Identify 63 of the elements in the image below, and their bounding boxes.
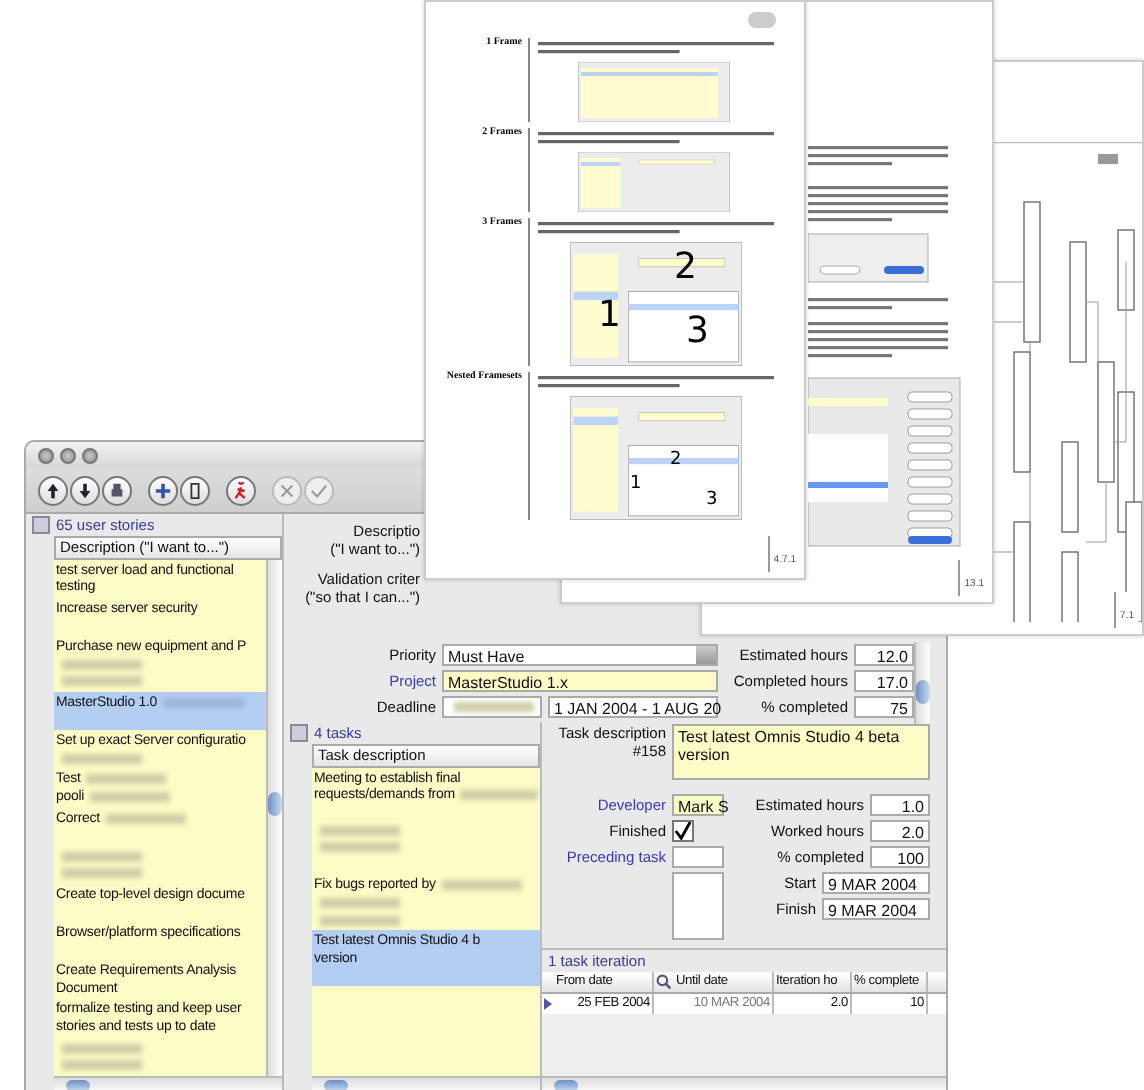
callout-number: 1	[598, 298, 621, 334]
redaction-smudge	[86, 774, 167, 785]
developer-field[interactable]: Mark S	[672, 794, 724, 816]
panel-toggle-icon[interactable]	[290, 724, 308, 742]
redaction-smudge	[105, 813, 186, 824]
callout-number: 1	[630, 476, 642, 494]
start-date-field[interactable]: 9 MAR 2004	[822, 872, 930, 894]
check-icon	[310, 481, 328, 499]
preceding-task-field[interactable]	[672, 846, 724, 868]
redaction-smudge	[90, 791, 171, 802]
check-icon	[674, 822, 692, 840]
hours-field[interactable]: 17.0	[854, 670, 914, 692]
redaction-smudge	[320, 842, 400, 853]
vertical-scrollbar[interactable]	[266, 560, 282, 1076]
hours-field[interactable]: 100	[870, 846, 930, 868]
up-arrow-icon	[44, 481, 62, 499]
hours-field[interactable]: 2.0	[870, 820, 930, 842]
callout-number: 2	[670, 452, 682, 470]
redaction-smudge	[460, 790, 538, 801]
redaction-smudge	[320, 915, 400, 926]
horizontal-scrollbar[interactable]	[54, 1076, 282, 1090]
redaction-smudge	[441, 880, 522, 891]
redaction-smudge	[320, 825, 400, 836]
horizontal-scrollbar[interactable]	[312, 1076, 540, 1090]
task-description-field[interactable]: Test latest Omnis Studio 4 beta version	[672, 724, 930, 780]
runner-icon	[232, 481, 250, 499]
date-field[interactable]	[442, 696, 542, 718]
horizontal-scrollbar[interactable]	[542, 1076, 946, 1090]
redaction-smudge	[62, 1043, 142, 1054]
page-button[interactable]	[180, 475, 210, 505]
callout-number: 2	[674, 250, 697, 286]
search-icon[interactable]	[656, 974, 672, 990]
hours-field[interactable]: 12.0	[854, 644, 914, 666]
redaction-smudge	[454, 702, 534, 712]
print-button[interactable]	[102, 475, 132, 505]
vertical-scrollbar[interactable]	[914, 642, 930, 726]
finished-checkbox[interactable]	[672, 820, 694, 842]
redaction-smudge	[62, 676, 142, 687]
callout-number: 3	[686, 314, 709, 350]
finish-date-field[interactable]: 9 MAR 2004	[822, 898, 930, 920]
redaction-smudge	[62, 868, 142, 879]
project-field[interactable]: MasterStudio 1.x	[442, 670, 718, 692]
redaction-smudge	[62, 1060, 142, 1071]
redaction-smudge	[62, 851, 142, 862]
add-button[interactable]	[148, 475, 178, 505]
callout-number: 3	[706, 492, 718, 510]
hours-field[interactable]: 1.0	[870, 794, 930, 816]
close-icon	[278, 481, 296, 499]
redaction-smudge	[320, 897, 400, 908]
page-icon	[186, 481, 204, 499]
move-down-button[interactable]	[70, 475, 100, 505]
printer-icon	[108, 481, 126, 499]
hours-field[interactable]: 75	[854, 696, 914, 718]
deadline-field[interactable]: 1 JAN 2004 - 1 AUG 20	[548, 696, 718, 718]
move-up-button[interactable]	[38, 475, 68, 505]
priority-dropdown[interactable]: Must Have	[442, 644, 718, 666]
plus-icon	[154, 481, 172, 499]
preceding-task-list[interactable]	[672, 872, 724, 940]
redaction-smudge	[62, 753, 142, 764]
run-button[interactable]	[226, 475, 256, 505]
redaction-smudge	[62, 659, 142, 670]
down-arrow-icon	[76, 481, 94, 499]
panel-toggle-icon[interactable]	[32, 516, 50, 534]
